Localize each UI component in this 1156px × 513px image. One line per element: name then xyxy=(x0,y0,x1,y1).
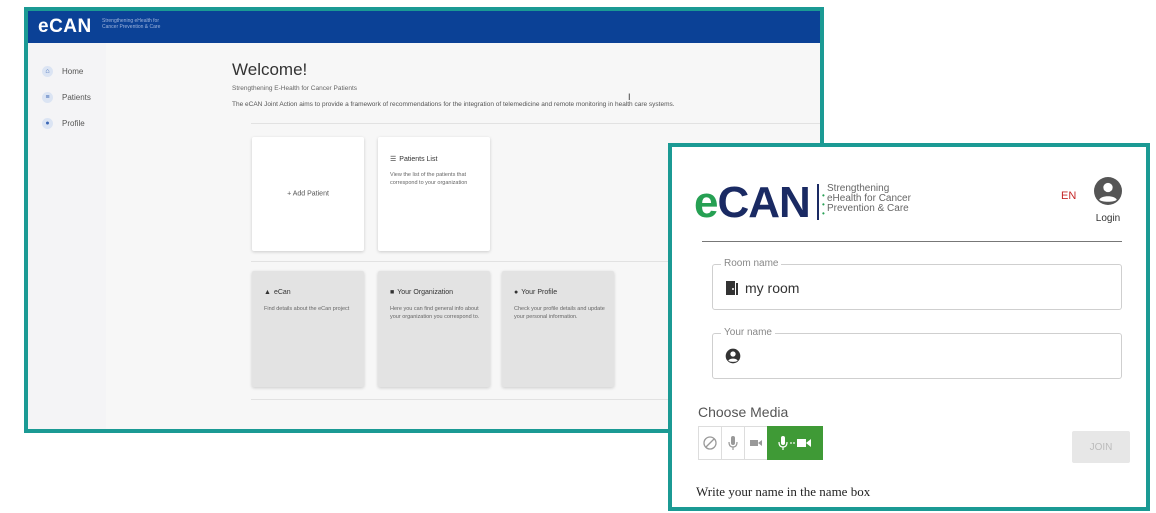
text-cursor-icon: I xyxy=(628,92,631,102)
your-name-input[interactable] xyxy=(745,346,1109,370)
list-icon: ☰ xyxy=(390,156,397,163)
profile-card[interactable]: ● Your Profile Check your profile detail… xyxy=(502,271,614,387)
brand-logo[interactable]: eCAN xyxy=(38,16,92,38)
add-patient-card[interactable]: + Add Patient xyxy=(252,137,364,251)
sidebar-item-home[interactable]: ⌂ Home xyxy=(42,63,83,79)
media-video-button[interactable] xyxy=(744,426,768,460)
room-login-screenshot: eCAN • • • Strengthening eHealth for Cance… xyxy=(668,143,1150,511)
patients-list-card[interactable]: ☰ Patients List View the list of the pat… xyxy=(378,137,490,251)
join-button[interactable]: JOIN xyxy=(1072,431,1130,463)
brand-tagline: Strengthening eHealth for Cancer Prevent… xyxy=(102,18,161,30)
page-subtitle: Strengthening E-Health for Cancer Patien… xyxy=(232,85,358,92)
your-name-label: Your name xyxy=(721,327,775,338)
logo-dots-icon: • • • xyxy=(822,191,825,218)
header-divider xyxy=(702,241,1122,242)
room-name-value: my room xyxy=(745,280,800,296)
login-label: Login xyxy=(1095,213,1121,224)
media-audio-button[interactable] xyxy=(721,426,745,460)
video-camera-icon xyxy=(750,440,762,446)
profile-icon: ● xyxy=(42,117,53,129)
room-name-field[interactable]: Room name my room xyxy=(712,258,1122,310)
ecan-card-title: ▲ eCan xyxy=(264,289,291,296)
ecan-icon: ▲ xyxy=(264,289,271,296)
divider xyxy=(251,123,820,124)
logo-tagline: Strengthening eHealth for Cancer Prevent… xyxy=(827,183,911,214)
organization-card-title: ■ Your Organization xyxy=(390,289,454,296)
ecan-logo: eCAN xyxy=(694,178,811,227)
choose-media-label: Choose Media xyxy=(698,404,789,420)
logo-divider xyxy=(817,184,819,220)
sidebar-item-profile[interactable]: ● Profile xyxy=(42,115,85,131)
organization-card-desc: Here you can find general info about you… xyxy=(390,306,480,320)
sidebar: ⌂ Home ≡ Patients ● Profile xyxy=(28,43,107,429)
add-patient-label: + Add Patient xyxy=(287,190,329,198)
block-icon xyxy=(703,436,717,450)
page-title: Welcome! xyxy=(232,60,308,79)
account-circle-icon xyxy=(1094,177,1122,205)
ecan-card[interactable]: ▲ eCan Find details about the eCan proje… xyxy=(252,271,364,387)
patients-list-title: ☰ Patients List xyxy=(390,155,438,164)
media-toggle-group xyxy=(698,426,823,460)
language-selector[interactable]: EN xyxy=(1061,190,1076,202)
sidebar-item-label: Home xyxy=(62,66,84,76)
door-icon xyxy=(726,281,738,295)
organization-card[interactable]: ■ Your Organization Here you can find ge… xyxy=(378,271,490,387)
patients-icon: ≡ xyxy=(42,91,53,103)
your-name-field[interactable]: Your name xyxy=(712,327,1122,379)
account-circle-icon xyxy=(725,348,741,364)
microphone-icon xyxy=(728,436,738,450)
microphone-camera-icon xyxy=(778,436,811,450)
room-name-label: Room name xyxy=(721,258,782,269)
building-icon: ■ xyxy=(390,289,395,296)
profile-card-desc: Check your profile details and update yo… xyxy=(514,306,605,320)
intro-text: The eCAN Joint Action aims to provide a … xyxy=(232,101,675,108)
home-icon: ⌂ xyxy=(42,65,53,77)
top-app-bar: eCAN Strengthening eHealth for Cancer Pr… xyxy=(28,11,820,43)
sidebar-item-label: Patients xyxy=(62,92,91,102)
sidebar-item-label: Profile xyxy=(62,118,85,128)
instruction-caption: Write your name in the name box xyxy=(696,484,871,499)
profile-card-title: ● Your Profile xyxy=(514,289,558,296)
login-button[interactable]: Login xyxy=(1092,177,1124,224)
ecan-card-desc: Find details about the eCan project xyxy=(264,306,350,312)
media-audio-video-button[interactable] xyxy=(767,426,823,460)
patients-list-desc: View the list of the patients that corre… xyxy=(390,172,468,186)
sidebar-item-patients[interactable]: ≡ Patients xyxy=(42,89,91,105)
media-none-button[interactable] xyxy=(698,426,722,460)
user-icon: ● xyxy=(514,289,519,296)
